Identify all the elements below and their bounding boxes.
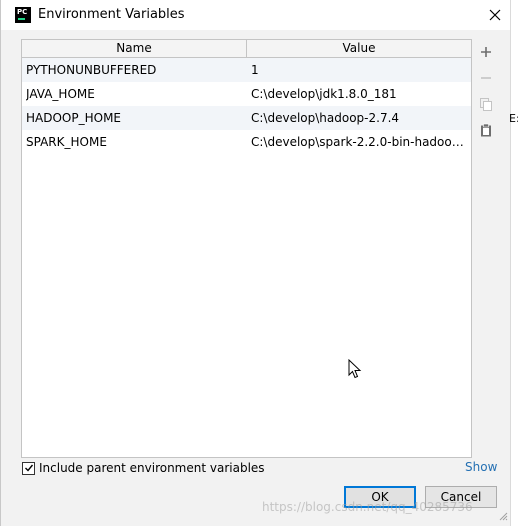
column-header-value[interactable]: Value <box>247 40 471 57</box>
checkbox-box[interactable] <box>22 461 35 475</box>
app-icon-text: PC <box>17 8 28 16</box>
show-link[interactable]: Show <box>465 460 497 474</box>
remove-button[interactable] <box>474 66 498 90</box>
include-parent-checkbox[interactable]: Include parent environment variables <box>22 460 265 476</box>
table-toolbar <box>474 40 498 150</box>
include-parent-label: Include parent environment variables <box>39 461 265 475</box>
watermark-text: https://blog.csdn.net/qq_40285736 <box>262 500 473 514</box>
checkmark-icon <box>24 464 33 472</box>
close-icon <box>489 9 501 21</box>
column-header-name[interactable]: Name <box>22 40 247 57</box>
environment-variables-dialog: PC Environment Variables Name Value PYTH… <box>0 0 511 526</box>
resize-grip-icon[interactable] <box>498 511 508 521</box>
env-vars-table[interactable]: Name Value PYTHONUNBUFFERED 1 JAVA_HOME … <box>21 39 472 458</box>
row-value-cell: C:\develop\spark-2.2.0-bin-hadoop... <box>251 135 469 149</box>
background-window-strip <box>510 0 518 526</box>
mouse-pointer-icon <box>348 359 362 379</box>
minus-icon <box>481 77 491 79</box>
row-value-cell: 1 <box>251 63 259 77</box>
close-button[interactable] <box>479 0 511 30</box>
title-bar[interactable]: PC Environment Variables <box>1 0 511 30</box>
table-row[interactable]: HADOOP_HOME C:\develop\hadoop-2.7.4 <box>22 106 471 130</box>
table-row[interactable]: SPARK_HOME C:\develop\spark-2.2.0-bin-ha… <box>22 130 471 154</box>
row-name-cell: JAVA_HOME <box>26 87 95 101</box>
table-header: Name Value <box>22 40 471 58</box>
row-value-cell: C:\develop\hadoop-2.7.4 <box>251 111 400 125</box>
row-name-cell: SPARK_HOME <box>26 135 107 149</box>
add-button[interactable] <box>474 40 498 64</box>
pycharm-app-icon: PC <box>15 7 31 23</box>
table-row[interactable]: PYTHONUNBUFFERED 1 <box>22 58 471 82</box>
row-value-cell: C:\develop\jdk1.8.0_181 <box>251 87 397 101</box>
table-row[interactable]: JAVA_HOME C:\develop\jdk1.8.0_181 <box>22 82 471 106</box>
copy-button[interactable] <box>474 92 498 116</box>
background-partial-text: E: <box>509 112 518 125</box>
copy-icon <box>480 98 492 111</box>
dialog-title: Environment Variables <box>38 7 185 22</box>
row-name-cell: PYTHONUNBUFFERED <box>26 63 157 77</box>
row-name-cell: HADOOP_HOME <box>26 111 122 125</box>
paste-icon <box>481 123 491 137</box>
plus-icon <box>481 47 491 57</box>
paste-button[interactable] <box>474 118 498 142</box>
